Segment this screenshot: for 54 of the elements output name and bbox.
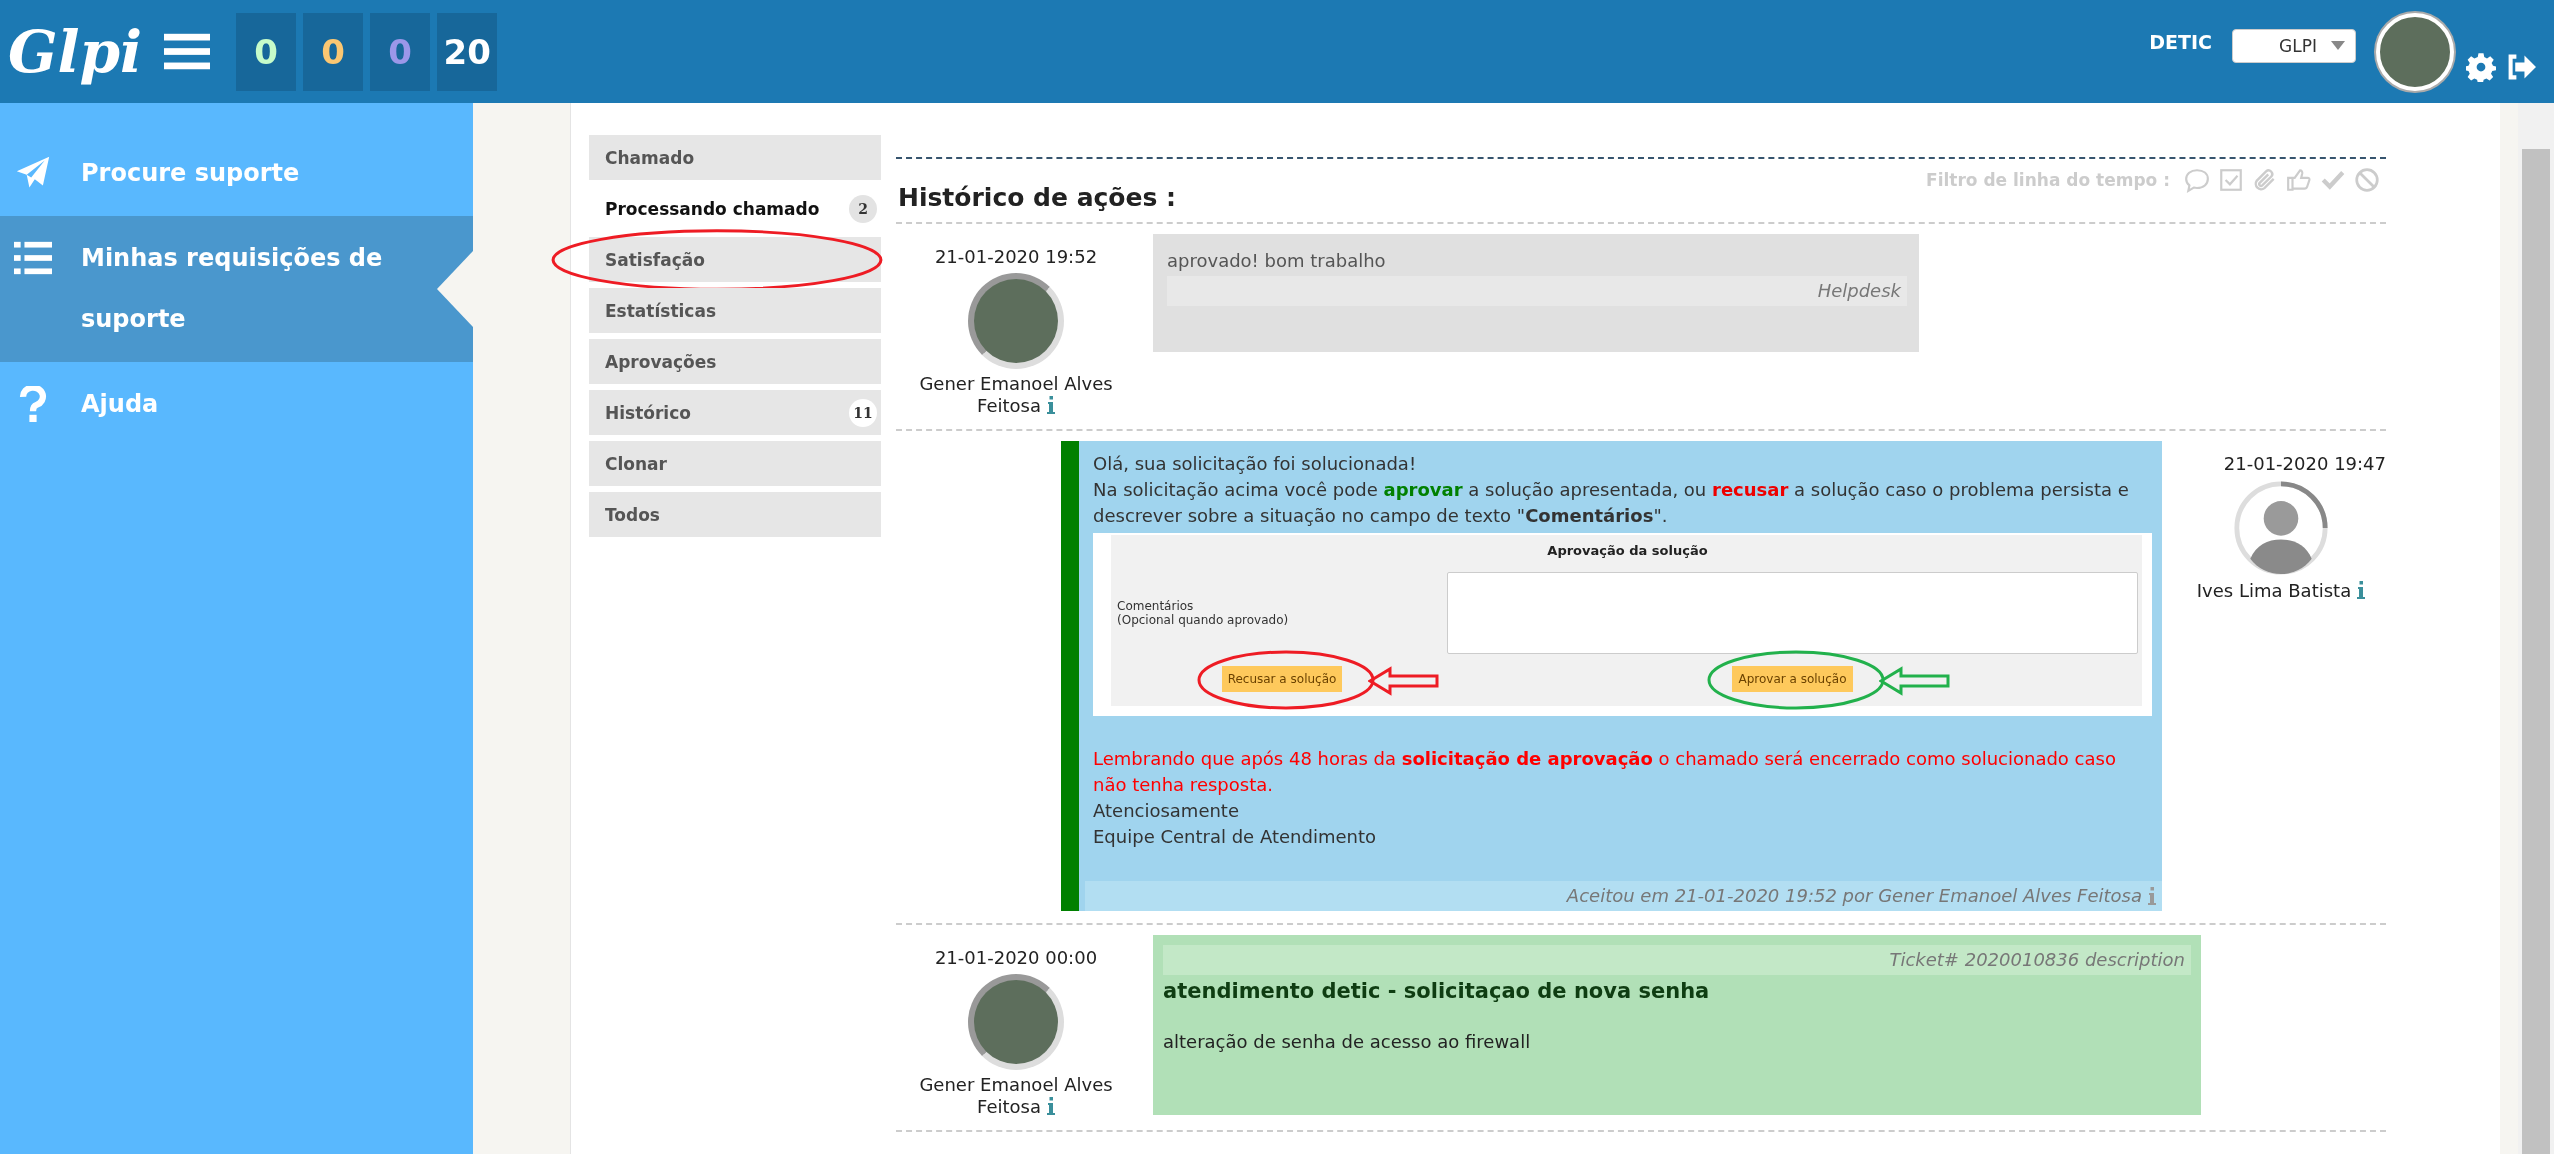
reminder-text: Lembrando que após 48 horas da solicitação de aprovação o chamado será encerrado como solucionado caso não tenha resposta.	[1093, 747, 2117, 797]
sidebar-item[interactable]: Minhas requisições de suporte	[0, 216, 473, 362]
message-text: Atenciosamente	[1093, 799, 1240, 823]
caret-icon[interactable]	[2331, 41, 2345, 50]
author-name: Gener Emanoel Alves Feitosa	[918, 373, 1114, 417]
ticket-label: Ticket# 2020010836 description	[1889, 948, 2185, 972]
message-text: alteração de senha de acesso ao firewall	[1163, 1030, 1532, 1054]
user-avatar[interactable]	[2376, 12, 2454, 91]
date-text: 21-01-2020 00:00	[934, 947, 1098, 968]
count-badge: 11	[849, 398, 877, 427]
field-label: Comentários	[1117, 599, 1195, 613]
comment-icon[interactable]	[2184, 167, 2210, 193]
ticket-counter[interactable]: 0	[303, 12, 364, 91]
scrollbar[interactable]	[2518, 103, 2554, 1154]
tab[interactable]: Clonar	[589, 441, 881, 486]
profile-select[interactable]: GLPI	[2232, 28, 2356, 63]
entity-name: DETIC	[2149, 30, 2212, 53]
checkbox-icon[interactable]	[2218, 167, 2244, 193]
list-icon	[14, 240, 52, 276]
tab[interactable]: Todos	[589, 492, 881, 537]
comment-field[interactable]	[1447, 572, 2138, 654]
tab[interactable]: Estatísticas	[589, 288, 881, 333]
field-hint: (Opcional quando aprovado)	[1117, 613, 1290, 627]
count-badge: 2	[849, 194, 877, 223]
author-name: Ives Lima Batista	[2181, 580, 2381, 602]
acceptance-note: Aceitou em 21-01-2020 19:52 por Gener Emanoel Alves Feitosa	[1566, 884, 2142, 908]
date-text: 21-01-2020 19:52	[934, 246, 1098, 267]
form-title: Aprovação da solução	[1547, 543, 1708, 558]
form-button[interactable]: Aprovar a solução	[1732, 666, 1853, 692]
section-title: Histórico de ações :	[898, 183, 1177, 212]
tab[interactable]: Chamado	[589, 135, 881, 180]
menu-icon[interactable]	[164, 32, 211, 71]
message-text: Na solicitação acima você pode aprovar a solução apresentada, ou recusar a solução caso o problema persista e descrever sobre a situação no campo de texto "Comentários".	[1093, 478, 2130, 528]
author-name: Gener Emanoel Alves Feitosa	[918, 1074, 1114, 1118]
logout-icon[interactable]	[2506, 52, 2536, 81]
form-button[interactable]: Recusar a solução	[1221, 666, 1343, 692]
message-text: aprovado! bom trabalho	[1167, 249, 1387, 273]
tab[interactable]: Histórico 11	[589, 390, 881, 435]
ticket-counter[interactable]: 20	[437, 12, 498, 91]
tab[interactable]: Aprovações	[589, 339, 881, 384]
info-icon[interactable]	[2148, 887, 2156, 905]
ticket-counter[interactable]: 0	[236, 12, 297, 91]
source-label: Helpdesk	[1817, 279, 1901, 303]
ban-icon[interactable]	[2354, 167, 2380, 193]
info-icon[interactable]	[1046, 396, 1055, 414]
message-text: Olá, sua solicitação foi solucionada!	[1093, 452, 1418, 476]
info-icon[interactable]	[2357, 581, 2366, 599]
ticket-title: atendimento detic - solicitaçao de nova senha	[1163, 979, 1711, 1003]
info-icon[interactable]	[1046, 1097, 1055, 1115]
date-text: 21-01-2020 19:47	[2223, 453, 2386, 474]
tab[interactable]: Satisfação	[589, 237, 881, 282]
settings-icon[interactable]	[2466, 51, 2496, 82]
thumbs-up-icon[interactable]	[2286, 167, 2312, 193]
message-text: Equipe Central de Atendimento	[1093, 825, 1377, 849]
